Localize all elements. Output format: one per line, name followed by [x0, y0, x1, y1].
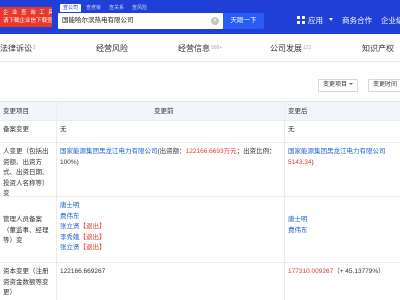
- nav-enterprise[interactable]: 企业级: [381, 15, 400, 26]
- search-input[interactable]: 国能哈尔滨热电有限公司: [58, 13, 223, 29]
- logo-line2: 请下载企业信下载查询: [3, 18, 52, 24]
- tab-label: 知识产权: [362, 44, 394, 53]
- header-before: 变更前: [57, 102, 285, 120]
- search-tab-company[interactable]: 查公司: [60, 4, 82, 12]
- table-row: 备案变更 无 无: [0, 121, 400, 143]
- after-amount: 5143.34: [288, 158, 312, 166]
- row-after: 177310.009267（+ 45.13779%）: [285, 263, 400, 300]
- search-tab-boss[interactable]: 查老板: [83, 4, 104, 12]
- filter-label: 变更时间: [373, 82, 398, 88]
- table-header-row: 变更项目 变更前 变更后: [0, 102, 400, 121]
- section-tabs: 法律诉讼2 经营风险 经营信息999+ 公司发展123 知识产权: [0, 34, 400, 62]
- tab-count: 999+: [211, 45, 223, 51]
- row-change-item: 人变更（包括出资额、出资方式、出资日期、投资人名称等）变: [0, 143, 57, 196]
- search-tab-relation[interactable]: 查关系: [106, 4, 127, 12]
- change-time-filter[interactable]: 变更时间: [368, 79, 400, 92]
- search-button[interactable]: 天眼一下: [223, 13, 264, 29]
- company-link[interactable]: 国家能源集团黑龙江电力有限公司: [60, 148, 158, 155]
- row-change-item: 备案变更: [0, 121, 57, 142]
- table-row: 管理人员备案（董监事、经理等）变 唐士明 费伟东 张立贤【退出】 李秀娥【退出】…: [0, 197, 400, 263]
- person-link[interactable]: 费伟东: [288, 227, 308, 234]
- tab-business-info[interactable]: 经营信息999+: [178, 43, 222, 54]
- row-after: 无: [288, 126, 295, 133]
- top-header: 企 业 查 询 工 具 请下载企业信下载查询 查公司 查老板 查关系 查风险 国…: [0, 0, 400, 34]
- search-tabs: 查公司 查老板 查关系 查风险: [60, 4, 150, 13]
- tab-business-risk[interactable]: 经营风险: [96, 43, 128, 54]
- tab-development[interactable]: 公司发展123: [270, 43, 311, 54]
- tab-label: 法律诉讼: [0, 44, 32, 53]
- person-link[interactable]: 费伟东: [60, 213, 80, 220]
- row-before: 唐士明 费伟东 张立贤【退出】 李秀娥【退出】 张立贤【退出】: [57, 197, 285, 262]
- row-after: 国家能源集团黑龙江电力有限公司 5143.34): [285, 143, 400, 196]
- person-link[interactable]: 唐士明: [288, 216, 308, 223]
- row-before: 122166.669267: [57, 263, 285, 300]
- after-amount: 177310.009267: [288, 268, 334, 275]
- tab-label: 经营风险: [96, 44, 128, 53]
- header-change-item: 变更项目: [0, 102, 57, 120]
- logo[interactable]: 企 业 查 询 工 具 请下载企业信下载查询: [0, 7, 52, 27]
- tab-legal[interactable]: 法律诉讼2: [0, 43, 36, 54]
- person-link[interactable]: 张立贤: [60, 223, 80, 230]
- logo-line1: 企 业 查 询 工 具: [3, 10, 52, 16]
- clear-icon[interactable]: ×: [211, 17, 219, 25]
- header-after: 变更后: [288, 108, 308, 115]
- nav-business-cooperation[interactable]: 商务合作: [342, 15, 372, 26]
- exit-tag: 【退出】: [79, 244, 106, 251]
- filter-label: 变更项目: [323, 82, 348, 88]
- row-before: 国家能源集团黑龙江电力有限公司(出资额：122166.6693万元；出资比例：1…: [57, 143, 285, 196]
- before-mid: (出资额：: [157, 148, 186, 155]
- chevron-down-icon[interactable]: [329, 18, 333, 21]
- row-before: 无: [57, 121, 285, 142]
- row-change-item: 资本变更（注册资资金数额等变更）: [0, 263, 57, 300]
- before-amount: 122166.6693万元: [185, 148, 237, 155]
- apps-menu-label[interactable]: 应用: [308, 15, 323, 26]
- exit-tag: 【退出】: [79, 233, 106, 241]
- tab-label: 公司发展: [270, 44, 302, 53]
- person-link[interactable]: 李秀娥: [60, 234, 80, 241]
- tab-count: 2: [33, 45, 36, 51]
- exit-tag: 【退出】: [79, 223, 106, 230]
- search-tab-risk[interactable]: 查风险: [129, 4, 150, 12]
- apps-grid-icon[interactable]: [297, 16, 305, 24]
- tab-count: 123: [303, 45, 312, 51]
- row-after: 唐士明 费伟东: [285, 197, 400, 262]
- after-tail: ): [311, 158, 314, 166]
- tab-label: 经营信息: [178, 44, 210, 53]
- change-records-table: 变更项目 变更前 变更后 备案变更 无 无 人变更（包括出资额、出资方式、出资日…: [0, 101, 400, 300]
- person-link[interactable]: 唐士明: [60, 202, 80, 209]
- company-link[interactable]: 国家能源集团黑龙江电力有限公司: [288, 148, 386, 155]
- table-row: 人变更（包括出资额、出资方式、出资日期、投资人名称等）变 国家能源集团黑龙江电力…: [0, 143, 400, 197]
- chevron-down-icon: [349, 83, 354, 85]
- person-link[interactable]: 张立贤: [60, 244, 80, 251]
- tab-ip[interactable]: 知识产权: [362, 43, 394, 54]
- change-item-filter[interactable]: 变更项目: [318, 79, 359, 92]
- row-change-item: 管理人员备案（董监事、经理等）变: [0, 197, 57, 262]
- after-tail: （+ 45.13779%）: [333, 268, 385, 275]
- table-row: 资本变更（注册资资金数额等变更） 122166.669267 177310.00…: [0, 263, 400, 300]
